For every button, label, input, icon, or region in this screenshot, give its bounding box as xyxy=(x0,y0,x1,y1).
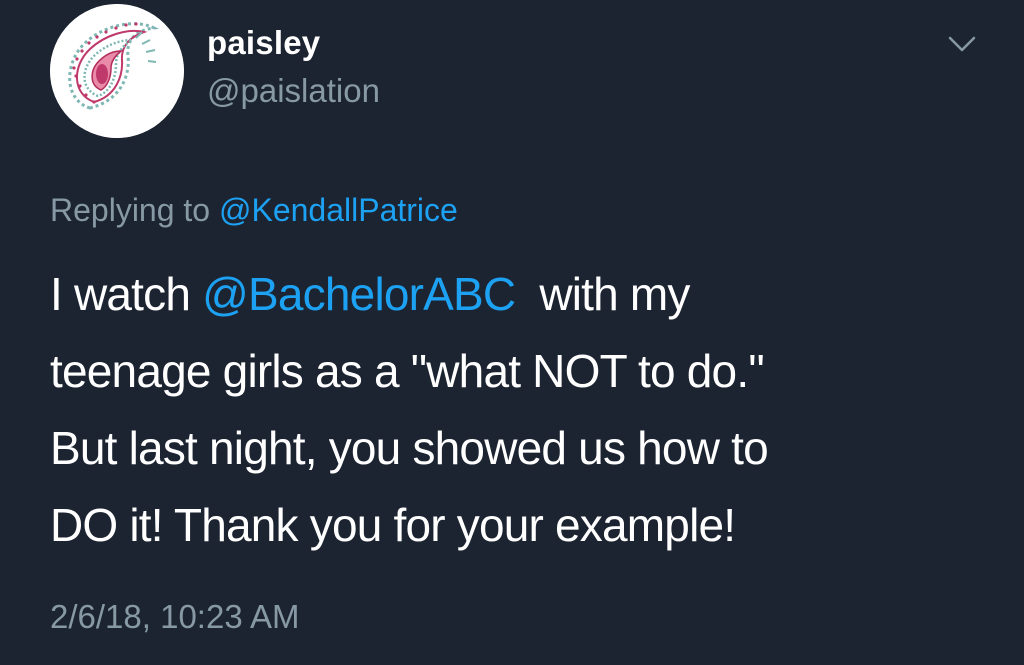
tweet-line: But last night, you showed us how to xyxy=(50,422,769,474)
user-handle[interactable]: @paislation xyxy=(207,72,380,110)
tweet-text-segment: with my xyxy=(539,268,690,320)
replying-to: Replying to @KendallPatrice xyxy=(50,192,458,229)
paisley-avatar-icon xyxy=(50,4,184,138)
reply-mention-link[interactable]: @KendallPatrice xyxy=(219,192,458,228)
avatar[interactable] xyxy=(50,4,184,138)
tweet-line: I watch @BachelorABC with my xyxy=(50,256,990,333)
replying-to-label: Replying to xyxy=(50,192,211,228)
tweet-text-segment: I watch xyxy=(50,268,191,320)
tweet-mention-link[interactable]: @BachelorABC xyxy=(202,268,516,320)
tweet-timestamp[interactable]: 2/6/18, 10:23 AM xyxy=(50,598,300,636)
tweet-line: teenage girls as a "what NOT to do." xyxy=(50,345,765,397)
tweet-card: paisley @paislation Replying to @Kendall… xyxy=(0,0,1024,665)
tweet-menu-button[interactable] xyxy=(946,32,978,56)
tweet-line: DO it! Thank you for your example! xyxy=(50,499,736,551)
chevron-down-icon xyxy=(948,36,976,52)
tweet-text: I watch @BachelorABC with my teenage gir… xyxy=(50,256,990,564)
display-name[interactable]: paisley xyxy=(207,24,320,62)
